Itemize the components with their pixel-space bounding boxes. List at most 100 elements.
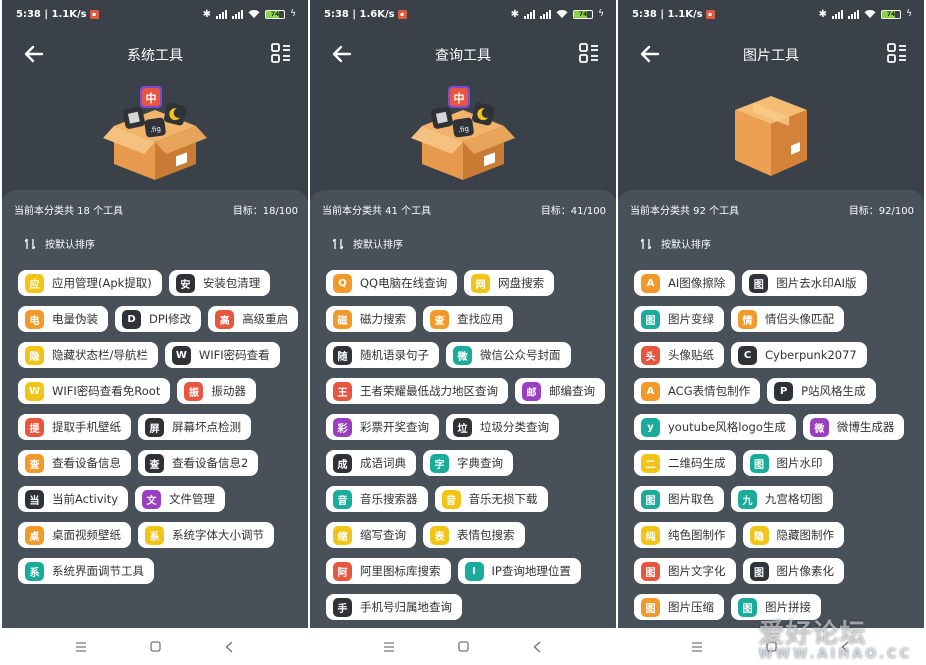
tool-chip[interactable]: 提 提取手机壁纸 <box>18 414 131 440</box>
tool-chip[interactable]: A ACG表情包制作 <box>634 378 761 404</box>
tool-chip[interactable]: A AI图像擦除 <box>634 270 736 296</box>
tool-chip-label: 字典查询 <box>457 456 503 470</box>
tool-chip-label: 音乐搜索器 <box>360 492 418 506</box>
tool-chip[interactable]: 图 图片文字化 <box>634 558 736 584</box>
tool-chip[interactable]: y youtube风格logo生成 <box>634 414 796 440</box>
home-icon[interactable] <box>147 639 163 655</box>
sort-arrows-icon <box>640 238 652 249</box>
menu-icon[interactable] <box>689 639 705 655</box>
tool-chip[interactable]: P P站风格生成 <box>767 378 876 404</box>
tool-badge-icon: 提 <box>25 417 44 437</box>
tool-badge-icon: 字 <box>430 453 449 473</box>
tool-chip[interactable]: 桌 桌面视频壁纸 <box>18 522 131 548</box>
tool-chip-label: Cyberpunk2077 <box>765 348 857 362</box>
tool-chip[interactable]: Q QQ电脑在线查询 <box>326 270 458 296</box>
tool-badge-icon: D <box>122 309 141 329</box>
tool-chip[interactable]: 查 查找应用 <box>423 306 513 332</box>
tool-chip[interactable]: 阿 阿里图标库搜索 <box>326 558 451 584</box>
tool-chip-label: WIFI密码查看免Root <box>52 384 161 398</box>
tool-chip[interactable]: 当 当前Activity <box>18 486 129 512</box>
tool-chip[interactable]: 图 图片压缩 <box>634 594 724 620</box>
tool-chip[interactable]: 情 情侣头像匹配 <box>731 306 844 332</box>
tool-chip[interactable]: 头 头像贴纸 <box>634 342 724 368</box>
tool-chip[interactable]: 表 表情包搜索 <box>423 522 525 548</box>
goal-progress-text: 目标：18/100 <box>232 206 298 217</box>
tool-badge-icon: 隐 <box>25 345 44 365</box>
tool-chip[interactable]: 字 字典查询 <box>423 450 513 476</box>
tool-chip[interactable]: D DPI修改 <box>115 306 202 332</box>
tool-chip[interactable]: 缩 缩写查询 <box>326 522 416 548</box>
tool-chip[interactable]: C Cyberpunk2077 <box>731 342 867 368</box>
tool-chip[interactable]: 音 音乐搜索器 <box>326 486 428 512</box>
tool-chip[interactable]: 纯 纯色图制作 <box>634 522 736 548</box>
tool-chip[interactable]: 图 图片去水印AI版 <box>742 270 867 296</box>
tool-chip[interactable]: 电 电量伪装 <box>18 306 108 332</box>
tool-badge-icon: 手 <box>333 597 352 617</box>
tool-chip[interactable]: 查 查看设备信息2 <box>138 450 259 476</box>
tool-chip[interactable]: 系 系统字体大小调节 <box>138 522 274 548</box>
category-hero-image: 中 .fig <box>2 76 308 188</box>
tool-chip[interactable]: 音 音乐无损下载 <box>434 486 548 512</box>
status-bar: 5:38 | 1.1K/s ▪ ✱ 74 ϟ <box>2 0 308 28</box>
tool-chip-label: QQ电脑在线查询 <box>360 276 448 290</box>
tool-chip[interactable]: 随 随机语录句子 <box>326 342 439 368</box>
tool-chip[interactable]: 图 图片水印 <box>742 450 833 476</box>
sort-button[interactable]: 按默认排序 <box>332 236 403 251</box>
tool-chip[interactable]: 二 二维码生成 <box>634 450 736 476</box>
tool-chip[interactable]: 振 振动器 <box>177 378 256 404</box>
tool-chip[interactable]: 微 微信公众号封面 <box>446 342 571 368</box>
tool-chip-label: 屏幕坏点检测 <box>172 420 241 434</box>
back-icon[interactable] <box>221 639 237 655</box>
menu-icon[interactable] <box>381 639 397 655</box>
tool-badge-icon: 阿 <box>333 561 352 581</box>
tool-chip[interactable]: W WIFI密码查看 <box>164 342 280 368</box>
grid-view-icon[interactable] <box>886 42 908 64</box>
tool-chip-label: DPI修改 <box>149 312 192 326</box>
signal-2-icon <box>232 9 244 19</box>
tool-chip[interactable]: 磁 磁力搜索 <box>326 306 416 332</box>
tool-chip[interactable]: 应 应用管理(Apk提取) <box>18 270 162 296</box>
tool-chip[interactable]: 垃 垃圾分类查询 <box>446 414 559 440</box>
tool-chip[interactable]: 王 王者荣耀最低战力地区查询 <box>326 378 508 404</box>
tool-chip[interactable]: 图 图片变绿 <box>634 306 724 332</box>
tool-count-text: 当前本分类共 92 个工具 <box>630 206 740 217</box>
tool-badge-icon: 图 <box>738 597 757 617</box>
tool-chip[interactable]: 图 图片拼接 <box>731 594 821 620</box>
tool-chip[interactable]: 系 系统界面调节工具 <box>18 558 154 584</box>
tool-chip[interactable]: 隐 隐藏图制作 <box>742 522 844 548</box>
tool-chip[interactable]: 微 微博生成器 <box>802 414 905 440</box>
grid-view-icon[interactable] <box>578 42 600 64</box>
sort-button[interactable]: 按默认排序 <box>24 236 95 251</box>
tool-chip[interactable]: 九 九宫格切图 <box>731 486 833 512</box>
tool-chip[interactable]: 安 安装包清理 <box>168 270 271 296</box>
tool-chip[interactable]: 屏 屏幕坏点检测 <box>138 414 251 440</box>
app-bar: 查询工具 <box>310 34 616 74</box>
app-bar: 系统工具 <box>2 34 308 74</box>
back-icon[interactable] <box>529 639 545 655</box>
grid-view-icon[interactable] <box>270 42 292 64</box>
tool-chip-label: 网盘搜索 <box>498 276 545 290</box>
category-summary: 当前本分类共 41 个工具 目标：41/100 <box>322 202 606 217</box>
home-icon[interactable] <box>455 639 471 655</box>
tool-chip[interactable]: 网 网盘搜索 <box>464 270 555 296</box>
sort-label: 按默认排序 <box>353 240 403 251</box>
tool-chip[interactable]: 高 高级重启 <box>208 306 299 332</box>
sort-button[interactable]: 按默认排序 <box>640 236 711 251</box>
tool-chip[interactable]: 图 图片取色 <box>634 486 724 512</box>
tool-chip[interactable]: 图 图片像素化 <box>742 558 844 584</box>
status-time: 5:38 | 1.1K/s <box>632 8 703 20</box>
wifi-icon <box>248 10 260 18</box>
tool-chip[interactable]: 隐 隐藏状态栏/导航栏 <box>18 342 158 368</box>
menu-icon[interactable] <box>73 639 89 655</box>
tool-chip[interactable]: 文 文件管理 <box>135 486 226 512</box>
tool-chip-label: 表情包搜索 <box>457 528 515 542</box>
tool-chip[interactable]: I IP查询地理位置 <box>457 558 581 584</box>
tool-chip[interactable]: 成 成语词典 <box>326 450 416 476</box>
tool-chip[interactable]: W WIFI密码查看免Root <box>18 378 171 404</box>
tool-chip[interactable]: 彩 彩票开奖查询 <box>326 414 439 440</box>
tool-chip-label: 图片拼接 <box>765 600 811 614</box>
tool-chip[interactable]: 邮 邮编查询 <box>515 378 605 404</box>
tool-chip[interactable]: 查 查看设备信息 <box>18 450 131 476</box>
status-time: 5:38 | 1.1K/s <box>16 8 87 20</box>
tool-chip[interactable]: 手 手机号归属地查询 <box>326 594 462 620</box>
